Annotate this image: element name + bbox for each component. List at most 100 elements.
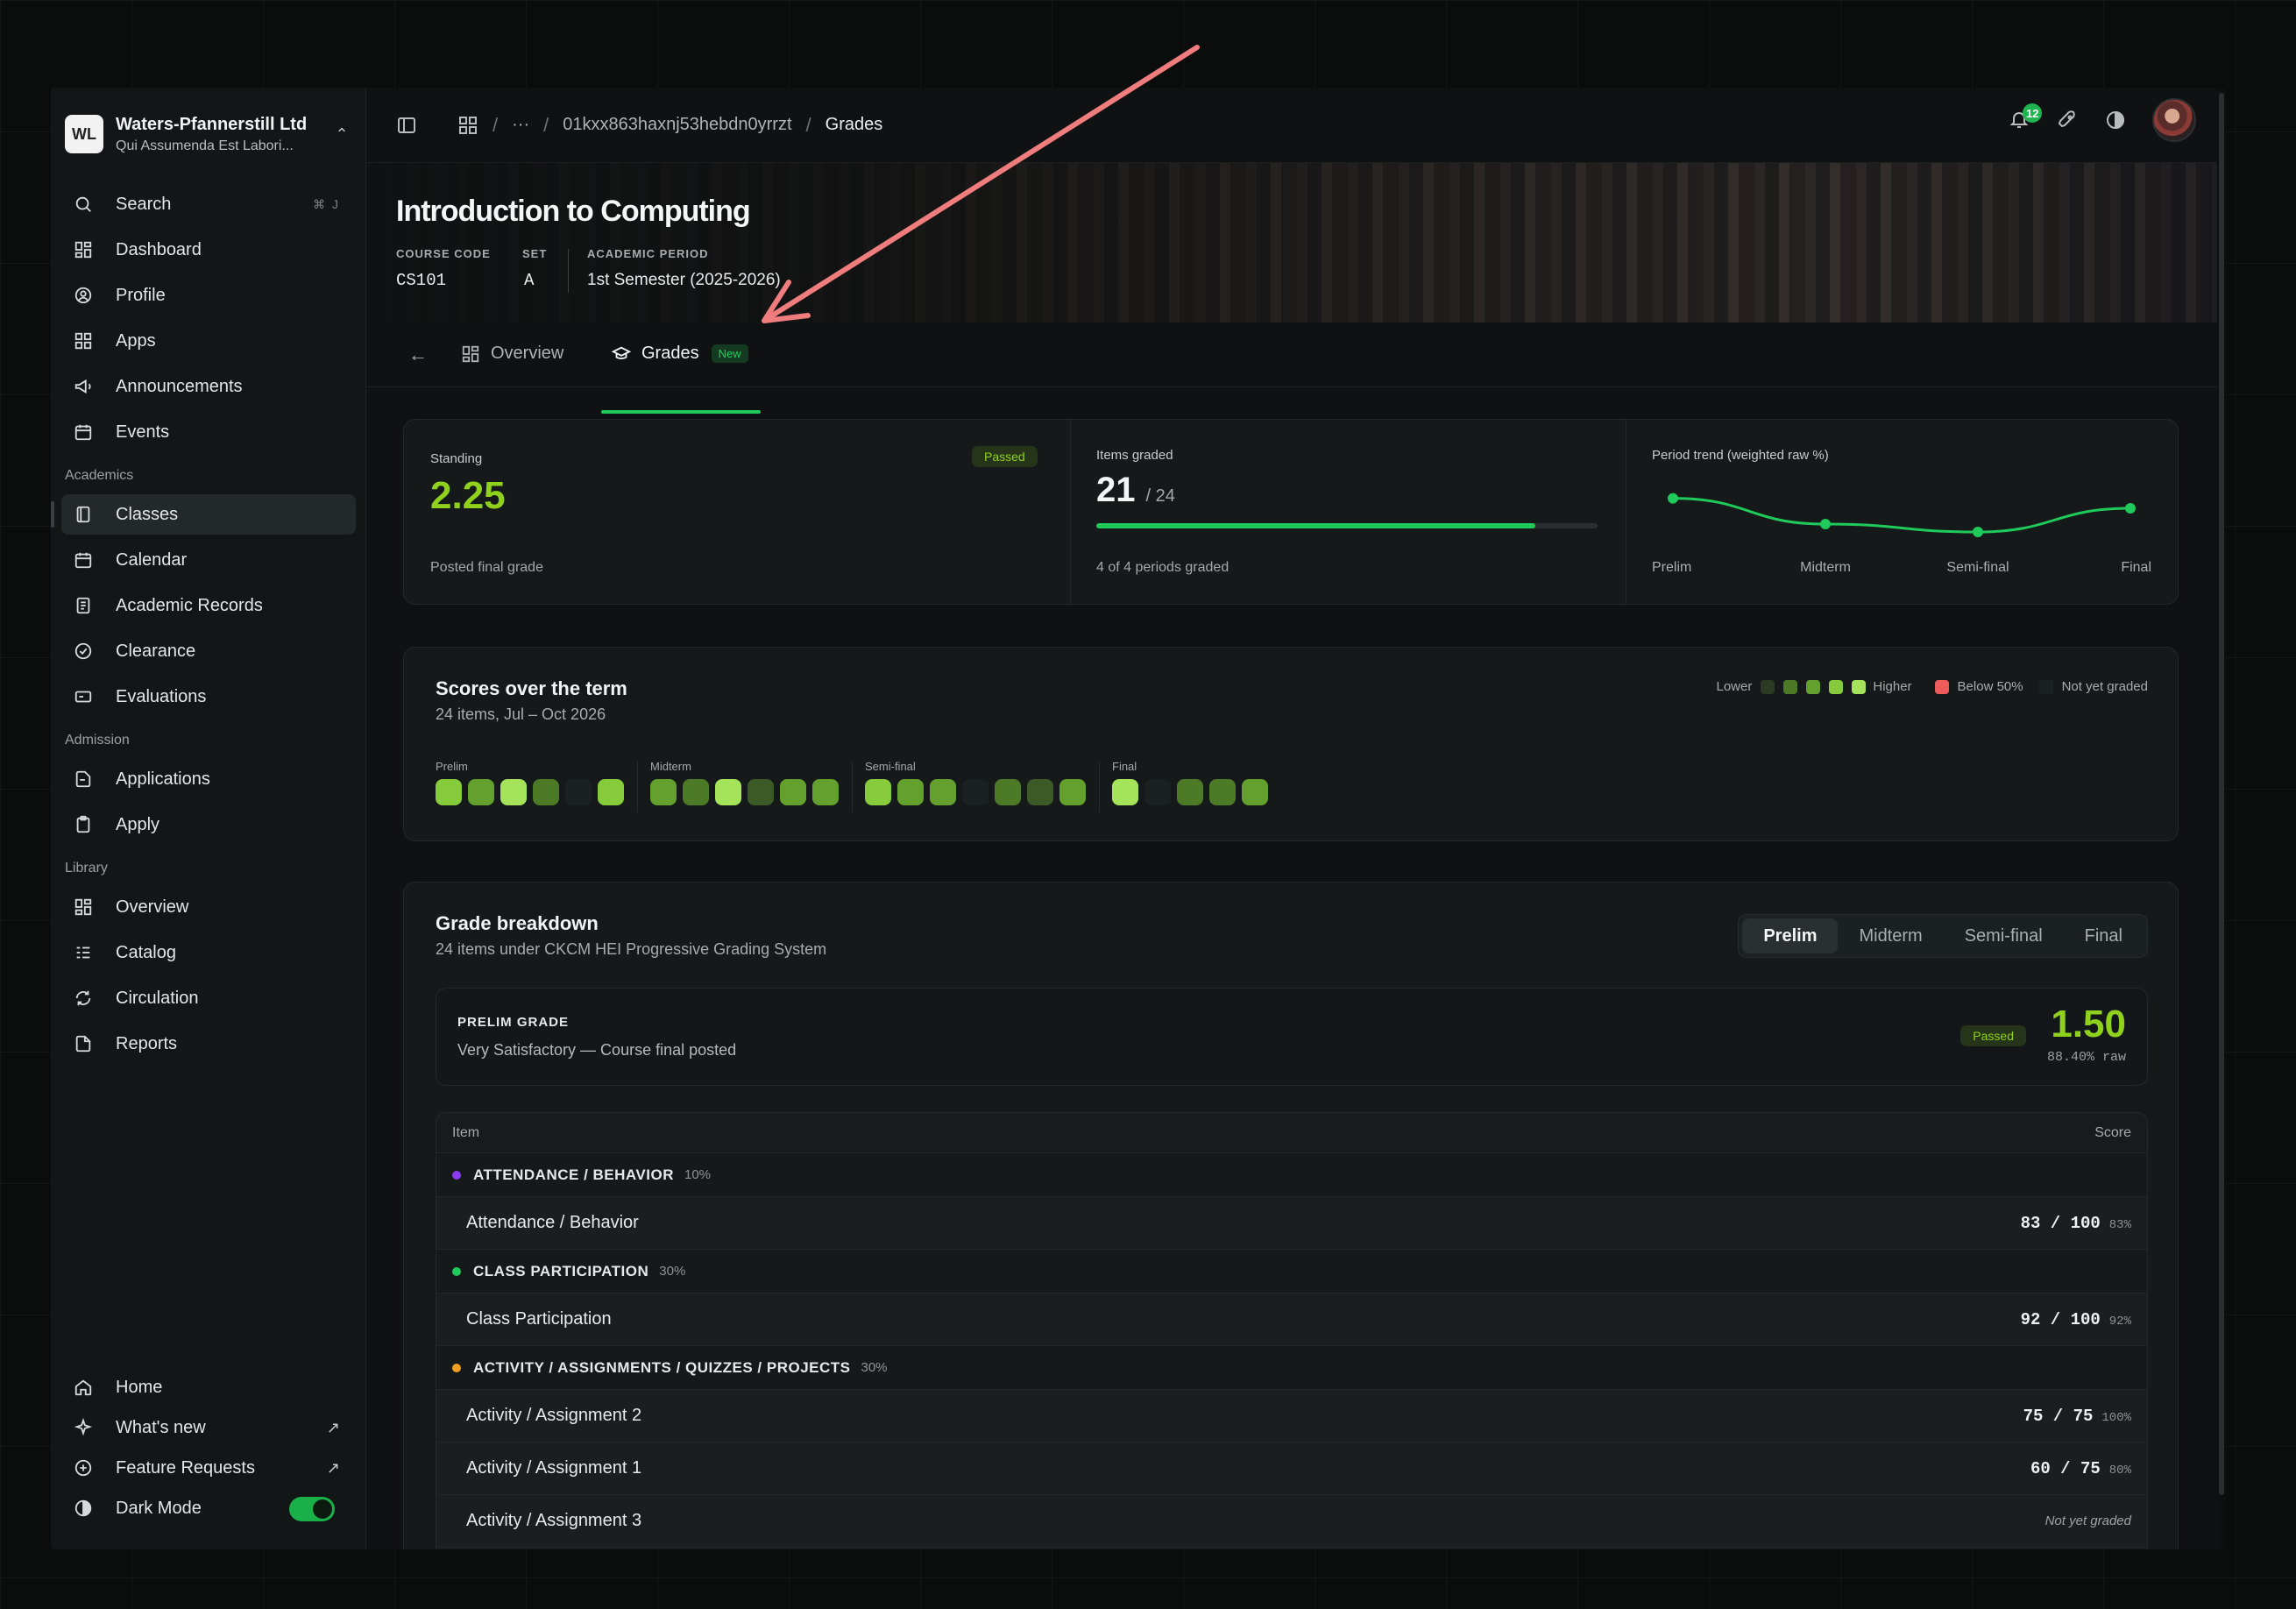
rocket-icon[interactable] xyxy=(2058,110,2079,131)
sidebar-item-dashboard[interactable]: Dashboard xyxy=(61,230,356,270)
heatmap-cell[interactable] xyxy=(533,779,559,805)
sidebar-item-dark-mode: Dark Mode xyxy=(61,1488,356,1528)
theme-contrast-icon[interactable] xyxy=(2105,110,2126,131)
sidebar-item-whats-new[interactable]: What's new ↗ xyxy=(61,1407,356,1448)
calendar-icon xyxy=(74,552,92,569)
table-row[interactable]: Activity / Assignment 3 Not yet graded xyxy=(436,1495,2147,1548)
legend-not-graded: Not yet graded xyxy=(2061,679,2148,694)
heatmap-period-label: Prelim xyxy=(436,760,468,773)
sidebar-item-apply[interactable]: Apply xyxy=(61,804,356,845)
breadcrumb-ellipsis[interactable]: ··· xyxy=(512,115,529,135)
sidebar-item-circulation[interactable]: Circulation xyxy=(61,978,356,1018)
heatmap-cell-not-graded[interactable] xyxy=(1144,779,1171,805)
heatmap-cell[interactable] xyxy=(780,779,806,805)
dashboard-icon xyxy=(74,241,92,259)
item-name: Attendance / Behavior xyxy=(466,1213,639,1232)
trend-axis: Prelim Midterm Semi-final Final xyxy=(1652,560,2151,581)
grid-icon[interactable] xyxy=(457,115,478,136)
item-score: 92 / 100 92% xyxy=(2021,1310,2131,1329)
heatmap-cell-not-graded[interactable] xyxy=(565,779,592,805)
sidebar-item-clearance[interactable]: Clearance xyxy=(61,631,356,671)
heatmap-cell[interactable] xyxy=(436,779,462,805)
heatmap-cell[interactable] xyxy=(812,779,839,805)
sidebar-item-apps[interactable]: Apps xyxy=(61,321,356,361)
breadcrumb-current: Grades xyxy=(825,115,883,134)
heatmap-period-label: Final xyxy=(1112,760,1137,773)
group-color-dot xyxy=(452,1266,461,1276)
scrollbar-track[interactable] xyxy=(2217,88,2226,1549)
legend-higher: Higher xyxy=(1873,679,1912,694)
org-switcher[interactable]: WL Waters-Pfannerstill Ltd Qui Assumenda… xyxy=(65,105,352,163)
sidebar-item-library-overview[interactable]: Overview xyxy=(61,887,356,927)
sidebar-item-home[interactable]: Home xyxy=(61,1367,356,1407)
heatmap-cell[interactable] xyxy=(995,779,1021,805)
group-name: ATTENDANCE / BEHAVIOR xyxy=(473,1166,674,1183)
table-row[interactable]: Activity / Assignment 2 75 / 75 100% xyxy=(436,1390,2147,1442)
back-arrow-icon[interactable]: ← xyxy=(408,344,428,366)
academic-period-label: ACADEMIC PERIOD xyxy=(587,247,709,260)
sparkle-icon xyxy=(74,1418,93,1436)
items-progress-fill xyxy=(1096,523,1535,528)
sidebar-item-label: Dashboard xyxy=(116,239,202,259)
heatmap-cell[interactable] xyxy=(1177,779,1203,805)
sidebar-item-reports[interactable]: Reports xyxy=(61,1024,356,1064)
segment-semi-final[interactable]: Semi-final xyxy=(1944,918,2064,953)
sidebar-item-label: Apps xyxy=(116,330,156,351)
sidebar-item-evaluations[interactable]: Evaluations xyxy=(61,677,356,717)
breadcrumb-class-id[interactable]: 01kxx863haxnj53hebdn0yrrzt xyxy=(563,115,791,135)
tab-grades[interactable]: Grades New xyxy=(612,344,748,364)
sidebar-item-profile[interactable]: Profile xyxy=(61,275,356,315)
item-score: 75 / 75 100% xyxy=(2023,1407,2131,1426)
table-row[interactable]: Activity / Assignment 1 60 / 75 80% xyxy=(436,1442,2147,1495)
items-graded: 21 / 24 xyxy=(1096,471,1175,510)
dark-mode-toggle[interactable] xyxy=(289,1497,335,1521)
segment-prelim[interactable]: Prelim xyxy=(1742,918,1839,953)
standing-label: Standing xyxy=(430,451,483,466)
sidebar-item-academic-records[interactable]: Academic Records xyxy=(61,585,356,626)
sidebar-item-feature-requests[interactable]: Feature Requests ↗ xyxy=(61,1448,356,1488)
item-score-value: 75 / 75 xyxy=(2023,1406,2094,1426)
item-score-value: 92 / 100 xyxy=(2020,1309,2101,1329)
nav-bottom: Home What's new ↗ Feature Requests ↗ Dar… xyxy=(51,1367,366,1528)
heatmap-cell[interactable] xyxy=(650,779,677,805)
heatmap-cell[interactable] xyxy=(897,779,924,805)
notification-count-badge: 12 xyxy=(2023,103,2043,123)
sidebar-toggle-icon[interactable] xyxy=(396,115,417,136)
notifications-button[interactable]: 12 xyxy=(2009,103,2043,131)
grade-breakdown-card: Grade breakdown 24 items under CKCM HEI … xyxy=(403,882,2179,1549)
heatmap-period-label: Semi-final xyxy=(865,760,916,773)
table-row[interactable]: Attendance / Behavior 83 / 100 83% xyxy=(436,1197,2147,1250)
legend-swatch xyxy=(1761,679,1775,694)
heatmap-cell[interactable] xyxy=(500,779,527,805)
heatmap-cell-not-graded[interactable] xyxy=(962,779,989,805)
tab-overview[interactable]: Overview xyxy=(461,344,563,364)
sidebar-item-calendar[interactable]: Calendar xyxy=(61,540,356,580)
sidebar-item-label: Search xyxy=(116,194,172,214)
segment-midterm[interactable]: Midterm xyxy=(1838,918,1943,953)
course-set: SET A xyxy=(522,247,547,290)
heatmap-cell[interactable] xyxy=(683,779,709,805)
sidebar-item-events[interactable]: Events xyxy=(61,412,356,452)
table-row[interactable]: Class Participation 92 / 100 92% xyxy=(436,1294,2147,1346)
table-group-row: CLASS PARTICIPATION 30% xyxy=(436,1250,2147,1294)
heatmap-cell[interactable] xyxy=(1027,779,1053,805)
user-avatar[interactable] xyxy=(2152,98,2196,142)
heatmap-cell[interactable] xyxy=(930,779,956,805)
heatmap-cell[interactable] xyxy=(1209,779,1236,805)
sidebar-item-applications[interactable]: Applications xyxy=(61,759,356,799)
heatmap-cell[interactable] xyxy=(865,779,891,805)
item-score-percent: 100% xyxy=(2101,1410,2131,1425)
heatmap-cell[interactable] xyxy=(748,779,774,805)
sidebar-item-catalog[interactable]: Catalog xyxy=(61,932,356,973)
sidebar-item-classes[interactable]: Classes xyxy=(51,494,356,535)
sidebar-item-announcements[interactable]: Announcements xyxy=(61,366,356,407)
heatmap-cell[interactable] xyxy=(598,779,624,805)
scrollbar-thumb[interactable] xyxy=(2219,93,2224,1495)
heatmap-cell[interactable] xyxy=(1242,779,1268,805)
heatmap-cell[interactable] xyxy=(715,779,741,805)
heatmap-cell[interactable] xyxy=(468,779,494,805)
heatmap-cell[interactable] xyxy=(1112,779,1138,805)
segment-final[interactable]: Final xyxy=(2064,918,2144,953)
sidebar-item-search[interactable]: Search ⌘ J xyxy=(61,184,356,224)
heatmap-cell[interactable] xyxy=(1059,779,1086,805)
